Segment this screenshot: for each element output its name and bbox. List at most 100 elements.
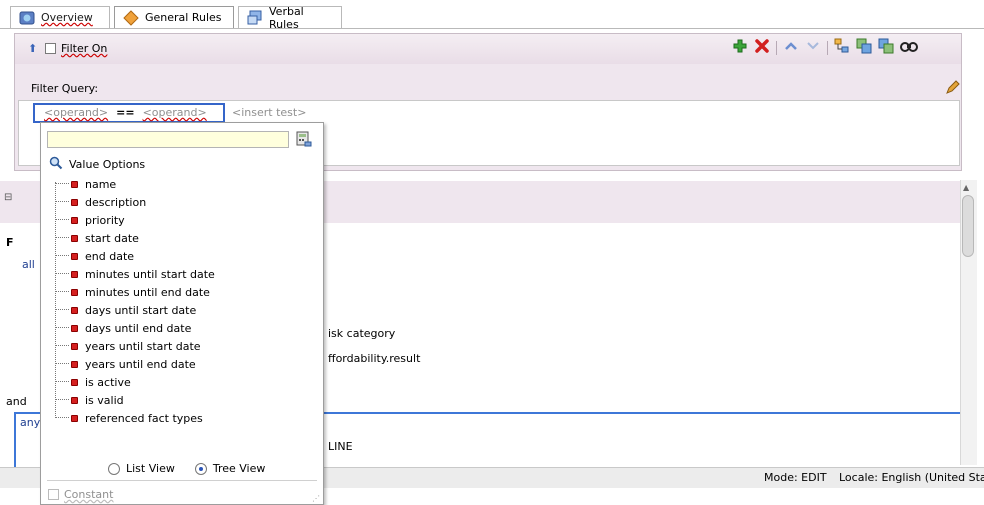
right-operand[interactable]: <operand>	[143, 106, 207, 119]
test-expression-content: <operand> == <operand>	[44, 106, 207, 119]
rule-expand-icon[interactable]: ⊟	[4, 192, 12, 203]
tree-connector	[55, 309, 69, 311]
field-icon	[71, 378, 78, 386]
tree-view-radio[interactable]	[194, 462, 207, 475]
collapse-filter-icon[interactable]: ⬆	[28, 42, 37, 55]
expand-icon[interactable]	[856, 38, 872, 57]
value-option-item[interactable]: referenced fact types	[55, 409, 203, 427]
value-option-item[interactable]: minutes until start date	[55, 265, 215, 283]
field-icon	[71, 414, 78, 422]
value-option-item[interactable]: minutes until end date	[55, 283, 210, 301]
left-operand[interactable]: <operand>	[44, 106, 108, 119]
risk-category-text: isk category	[328, 327, 396, 340]
value-option-label: minutes until end date	[85, 285, 210, 299]
overview-globe-icon	[19, 10, 35, 26]
field-icon	[71, 216, 78, 224]
value-option-item[interactable]: is active	[55, 373, 131, 391]
filter-on-toggle[interactable]: Filter On	[45, 42, 107, 55]
tree-connector	[55, 183, 69, 185]
value-search-input[interactable]	[47, 131, 289, 148]
magnifier-icon	[49, 156, 63, 173]
rule-label-f: F	[6, 236, 14, 249]
tree-connector	[55, 399, 69, 401]
tab-overview-label: Overview	[41, 11, 93, 24]
resize-grip-icon[interactable]: ⋰	[312, 494, 320, 503]
value-option-label: priority	[85, 213, 125, 227]
tree-connector	[55, 417, 69, 419]
tree-connector	[55, 219, 69, 221]
value-option-item[interactable]: end date	[55, 247, 134, 265]
delete-icon[interactable]	[754, 38, 770, 57]
field-icon	[71, 252, 78, 260]
value-option-item[interactable]: description	[55, 193, 146, 211]
field-icon	[71, 306, 78, 314]
add-icon[interactable]	[732, 38, 748, 57]
value-option-item[interactable]: days until start date	[55, 301, 196, 319]
tree-connector	[55, 273, 69, 275]
edit-pencil-icon[interactable]	[944, 80, 960, 99]
constant-label: Constant	[64, 488, 114, 501]
value-option-item[interactable]: days until end date	[55, 319, 191, 337]
tree-connector	[55, 237, 69, 239]
field-icon	[71, 270, 78, 278]
tree-icon[interactable]	[834, 38, 850, 57]
tree-connector	[55, 255, 69, 257]
value-option-label: years until start date	[85, 339, 201, 353]
field-icon	[71, 396, 78, 404]
value-option-label: description	[85, 195, 147, 209]
toolbar-separator	[776, 40, 777, 55]
find-icon[interactable]	[900, 38, 918, 57]
operator[interactable]: ==	[116, 106, 134, 119]
field-icon	[71, 342, 78, 350]
value-option-label: minutes until start date	[85, 267, 215, 281]
filter-query-label: Filter Query:	[31, 82, 99, 95]
scroll-up-arrow-icon[interactable]: ▲	[963, 183, 969, 192]
decline-text: LINE	[328, 440, 353, 453]
tab-overview[interactable]: Overview	[10, 6, 110, 28]
value-option-label: days until start date	[85, 303, 197, 317]
list-view-label: List View	[126, 462, 175, 475]
list-view-radio[interactable]	[108, 462, 120, 475]
calculator-icon[interactable]	[296, 131, 312, 150]
field-icon	[71, 360, 78, 368]
value-option-item[interactable]: start date	[55, 229, 139, 247]
value-option-item[interactable]: is valid	[55, 391, 124, 409]
insert-test-link[interactable]: <insert test>	[232, 106, 306, 119]
value-option-item[interactable]: years until start date	[55, 337, 201, 355]
tab-general-rules[interactable]: General Rules	[114, 6, 234, 28]
tab-verbal-rules-label: Verbal Rules	[269, 4, 304, 31]
tree-view-label: Tree View	[212, 462, 266, 475]
rule-all-label: all	[22, 258, 35, 271]
value-option-item[interactable]: name	[55, 175, 116, 193]
tab-verbal-rules[interactable]: Verbal Rules	[238, 4, 342, 31]
move-up-icon[interactable]	[783, 38, 799, 57]
field-icon	[71, 198, 78, 206]
field-icon	[71, 234, 78, 242]
tab-general-rules-label: General Rules	[145, 11, 222, 24]
scrollbar-thumb[interactable]	[962, 195, 974, 257]
field-icon	[71, 180, 78, 188]
tree-connector	[55, 363, 69, 365]
value-option-label: is valid	[85, 393, 124, 407]
collapse-icon[interactable]	[878, 38, 894, 57]
value-option-label: referenced fact types	[85, 411, 203, 425]
filter-on-label: Filter On	[61, 42, 108, 55]
value-option-label: is active	[85, 375, 131, 389]
filter-on-checkbox[interactable]	[45, 43, 56, 54]
tree-connector	[55, 201, 69, 203]
tree-connector	[55, 345, 69, 347]
constant-toggle[interactable]: Constant	[48, 488, 113, 501]
move-down-icon[interactable]	[805, 38, 821, 57]
rule-any-label: any	[20, 416, 41, 429]
tree-connector	[55, 381, 69, 383]
field-icon	[71, 288, 78, 296]
value-option-label: name	[85, 177, 117, 191]
value-options-title: Value Options	[69, 158, 146, 171]
toolbar-separator	[827, 40, 828, 55]
popup-divider	[47, 480, 317, 481]
view-toggle: List View Tree View	[108, 462, 265, 475]
constant-checkbox[interactable]	[48, 489, 59, 500]
value-option-item[interactable]: priority	[55, 211, 125, 229]
tree-connector	[55, 291, 69, 293]
value-option-item[interactable]: years until end date	[55, 355, 196, 373]
